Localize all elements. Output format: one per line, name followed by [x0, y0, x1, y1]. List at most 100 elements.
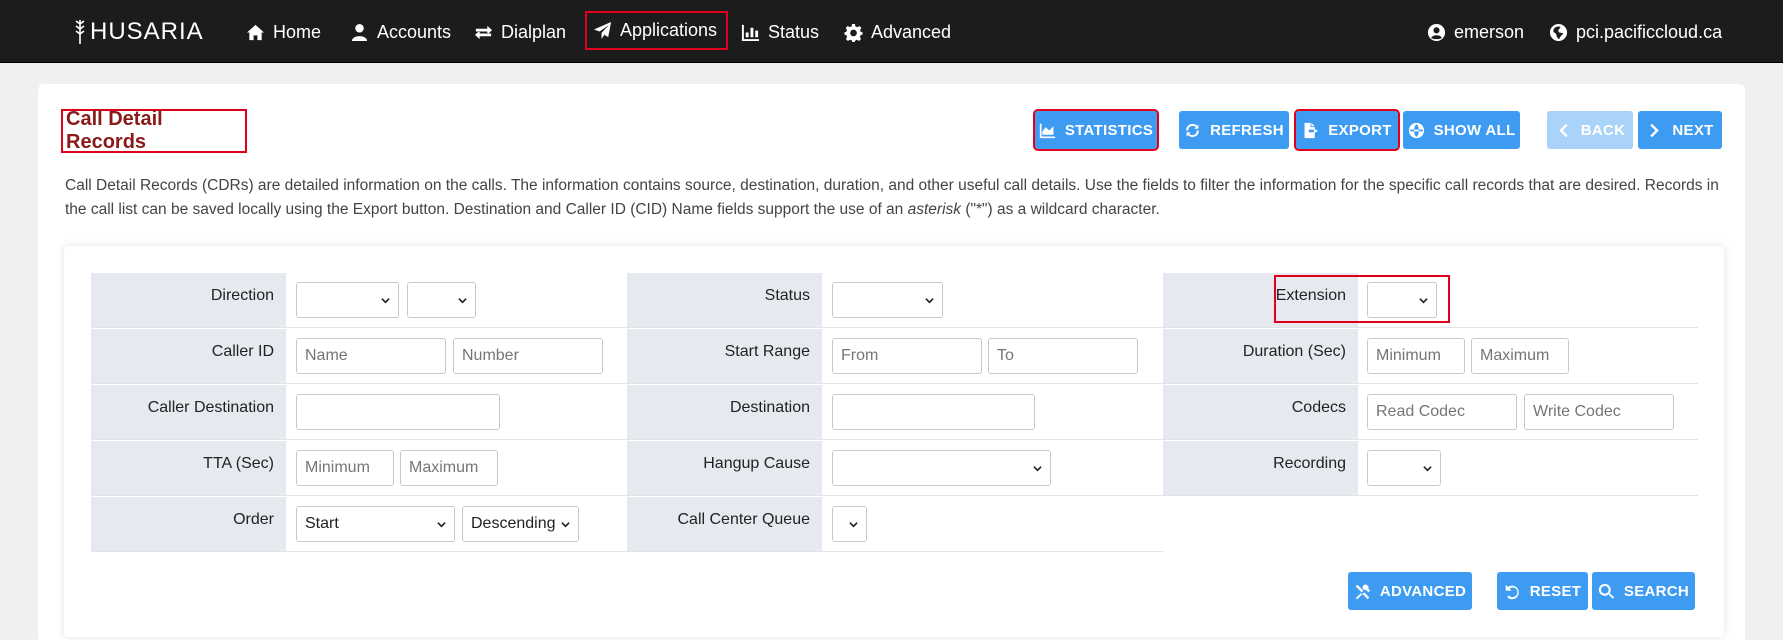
page-description: Call Detail Records (CDRs) are detailed … — [65, 174, 1725, 222]
chevron-left-icon — [1558, 123, 1568, 137]
tta-max-input[interactable] — [400, 450, 498, 486]
call-center-queue-select[interactable] — [832, 506, 867, 542]
nav-applications-label: Applications — [620, 20, 718, 40]
refresh-icon — [1186, 123, 1199, 137]
row-divider — [91, 327, 1698, 328]
row-divider — [91, 495, 1698, 496]
home-icon — [246, 24, 265, 40]
next-label: NEXT — [1672, 121, 1714, 139]
show-all-label: SHOW ALL — [1433, 121, 1516, 139]
globe-icon — [1549, 23, 1568, 41]
direction-leg-select[interactable] — [407, 282, 476, 318]
recording-select[interactable] — [1367, 450, 1441, 486]
caller-destination-label: Caller Destination — [91, 385, 286, 439]
user-name: emerson — [1454, 21, 1525, 42]
page-title: Call Detail Records — [61, 108, 247, 153]
row-divider — [91, 551, 1163, 552]
refresh-button[interactable]: REFRESH — [1179, 111, 1289, 149]
description-text: Call Detail Records (CDRs) are detailed … — [65, 177, 1719, 218]
start-range-to-input[interactable] — [988, 338, 1138, 374]
direction-select[interactable] — [296, 282, 399, 318]
order-field-select[interactable]: Start — [296, 506, 455, 542]
user-icon — [351, 23, 368, 41]
status-select[interactable] — [832, 282, 943, 318]
reset-button[interactable]: RESET — [1497, 572, 1588, 610]
nav-dialplan[interactable]: Dialplan — [468, 14, 572, 50]
export-label: EXPORT — [1328, 121, 1392, 139]
top-navbar: HUSARIA Home Accounts Dialplan Applicati… — [0, 0, 1783, 63]
search-button[interactable]: SEARCH — [1592, 572, 1695, 610]
search-label: SEARCH — [1623, 582, 1690, 600]
advanced-label: ADVANCED — [1379, 582, 1467, 600]
domain-name: pci.pacificcloud.ca — [1576, 21, 1723, 42]
chevron-down-icon — [561, 522, 570, 528]
hangup-cause-label: Hangup Cause — [627, 441, 822, 495]
area-chart-icon — [1039, 123, 1056, 138]
read-codec-input[interactable] — [1367, 394, 1517, 430]
search-icon — [1598, 583, 1615, 599]
duration-min-input[interactable] — [1367, 338, 1465, 374]
tta-label: TTA (Sec) — [91, 441, 286, 495]
codecs-label: Codecs — [1163, 385, 1358, 439]
globe-icon — [1408, 122, 1424, 138]
gear-icon — [844, 23, 863, 42]
tta-min-input[interactable] — [296, 450, 394, 486]
brand-logo[interactable]: HUSARIA — [73, 18, 204, 46]
nav-status[interactable]: Status — [735, 14, 825, 50]
caller-id-number-input[interactable] — [453, 338, 603, 374]
start-range-from-input[interactable] — [832, 338, 982, 374]
nav-accounts-label: Accounts — [377, 21, 452, 42]
chevron-down-icon — [1033, 466, 1042, 472]
undo-icon — [1505, 584, 1519, 599]
refresh-label: REFRESH — [1210, 121, 1284, 139]
nav-home[interactable]: Home — [240, 14, 327, 50]
chevron-down-icon — [925, 298, 934, 304]
domain-menu[interactable]: pci.pacificcloud.ca — [1543, 14, 1728, 50]
nav-advanced-label: Advanced — [871, 21, 952, 42]
caller-destination-input[interactable] — [296, 394, 500, 430]
destination-input[interactable] — [832, 394, 1035, 430]
write-codec-input[interactable] — [1524, 394, 1674, 430]
next-button[interactable]: NEXT — [1638, 111, 1722, 149]
user-menu[interactable]: emerson — [1421, 14, 1530, 50]
back-label: BACK — [1580, 121, 1626, 139]
chevron-down-icon — [381, 298, 390, 304]
file-export-icon — [1304, 122, 1319, 138]
description-emphasis: asterisk — [907, 201, 962, 218]
paper-plane-icon — [593, 21, 612, 40]
statistics-button[interactable]: STATISTICS — [1033, 109, 1159, 151]
advanced-button[interactable]: ADVANCED — [1348, 572, 1472, 610]
hangup-cause-select[interactable] — [832, 450, 1051, 486]
tools-icon — [1355, 584, 1370, 599]
nav-status-label: Status — [768, 21, 820, 42]
order-direction-value: Descending — [471, 515, 556, 532]
order-direction-select[interactable]: Descending — [462, 506, 579, 542]
chevron-down-icon — [1419, 298, 1428, 304]
nav-dialplan-label: Dialplan — [501, 21, 567, 42]
nav-home-label: Home — [273, 21, 322, 42]
duration-max-input[interactable] — [1471, 338, 1569, 374]
statistics-label: STATISTICS — [1064, 121, 1154, 139]
chevron-right-icon — [1650, 123, 1660, 137]
export-button[interactable]: EXPORT — [1294, 109, 1400, 151]
reset-label: RESET — [1529, 582, 1582, 600]
row-divider — [91, 439, 1698, 440]
nav-advanced[interactable]: Advanced — [838, 14, 957, 50]
duration-label: Duration (Sec) — [1163, 329, 1358, 383]
chevron-down-icon — [849, 522, 858, 528]
show-all-button[interactable]: SHOW ALL — [1403, 111, 1520, 149]
row-divider — [91, 383, 1698, 384]
caller-id-name-input[interactable] — [296, 338, 446, 374]
recording-label: Recording — [1163, 441, 1358, 495]
extension-select[interactable] — [1367, 282, 1437, 318]
nav-accounts[interactable]: Accounts — [344, 14, 457, 50]
order-label: Order — [91, 497, 286, 551]
nav-applications[interactable]: Applications — [585, 11, 728, 50]
user-circle-icon — [1427, 23, 1446, 41]
back-button[interactable]: BACK — [1547, 111, 1633, 149]
status-label: Status — [627, 273, 822, 327]
destination-label: Destination — [627, 385, 822, 439]
direction-label: Direction — [91, 273, 286, 327]
exchange-icon — [474, 25, 493, 39]
wheat-logo-icon — [75, 20, 85, 44]
